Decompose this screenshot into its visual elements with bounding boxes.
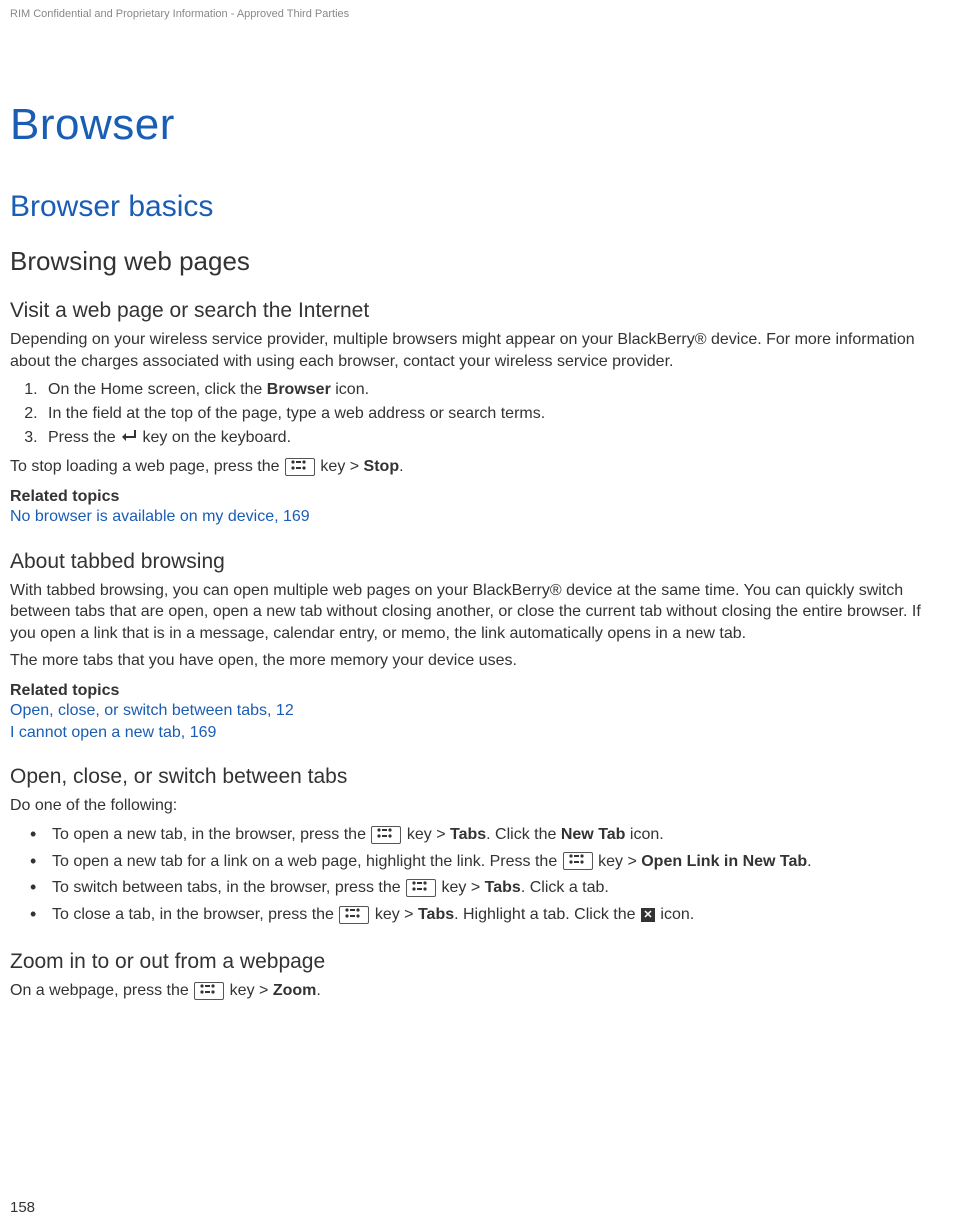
bullet-open-new-tab: To open a new tab, in the browser, press… [40,823,950,848]
zoom-body: On a webpage, press the key > Zoom. [10,980,950,1002]
menu-key-icon [371,826,401,844]
link-open-close-switch-tabs[interactable]: Open, close, or switch between tabs, 12 [10,700,950,722]
visit-step-2: In the field at the top of the page, typ… [42,402,950,426]
visit-intro: Depending on your wireless service provi… [10,329,950,372]
close-icon: ✕ [641,908,655,922]
bullet-close-tab: To close a tab, in the browser, press th… [40,903,950,928]
visit-stop-hint: To stop loading a web page, press the ke… [10,456,950,478]
bullet-open-link-new-tab: To open a new tab for a link on a web pa… [40,850,950,875]
openclose-intro: Do one of the following: [10,795,950,817]
menu-key-icon [194,982,224,1000]
subsection-browsing-web-pages: Browsing web pages [10,246,950,277]
bullet-switch-tabs: To switch between tabs, in the browser, … [40,876,950,901]
visit-step-1: On the Home screen, click the Browser ic… [42,378,950,402]
page-number: 158 [10,1199,35,1216]
menu-key-icon [339,906,369,924]
visit-steps: On the Home screen, click the Browser ic… [10,378,950,450]
link-no-browser-available[interactable]: No browser is available on my device, 16… [10,506,950,528]
link-cannot-open-new-tab[interactable]: I cannot open a new tab, 169 [10,722,950,744]
topic-open-close-switch-tabs: Open, close, or switch between tabs [10,765,950,789]
enter-key-icon [121,426,137,450]
related-topics-heading: Related topics [10,488,950,506]
openclose-bullets: To open a new tab, in the browser, press… [10,823,950,928]
visit-step-3: Press the key on the keyboard. [42,426,950,450]
tabbed-p2: The more tabs that you have open, the mo… [10,650,950,672]
related-topics-heading: Related topics [10,682,950,700]
section-browser-basics: Browser basics [10,190,950,224]
confidential-header: RIM Confidential and Proprietary Informa… [10,8,950,20]
menu-key-icon [406,879,436,897]
topic-zoom: Zoom in to or out from a webpage [10,950,950,974]
page-title: Browser [10,100,950,150]
menu-key-icon [285,458,315,476]
menu-key-icon [563,852,593,870]
topic-visit-web-page: Visit a web page or search the Internet [10,299,950,323]
tabbed-p1: With tabbed browsing, you can open multi… [10,580,950,645]
topic-about-tabbed-browsing: About tabbed browsing [10,550,950,574]
